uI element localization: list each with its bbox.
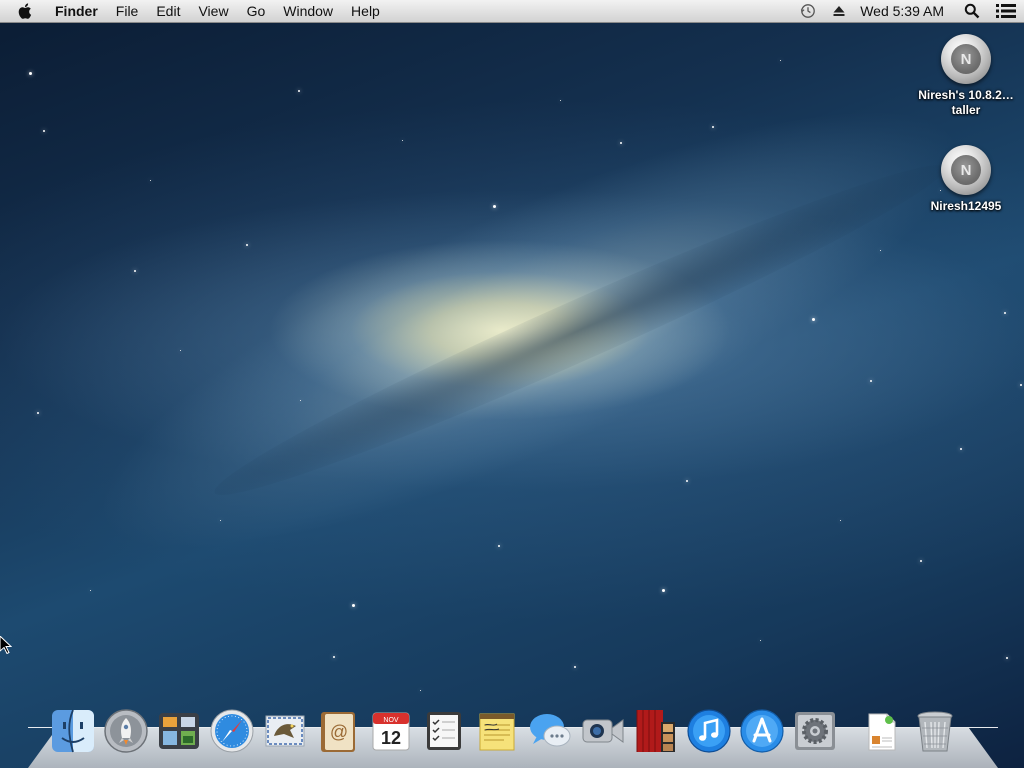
menu-go[interactable]: Go — [238, 0, 275, 22]
desktop-icon-niresh12495[interactable]: N Niresh12495 — [911, 145, 1021, 214]
star — [180, 350, 181, 351]
dock: @ NOV 12 — [48, 704, 963, 756]
launchpad-icon[interactable] — [101, 706, 151, 756]
menu-extras: Wed 5:39 AM — [792, 0, 1024, 22]
menu-finder[interactable]: Finder — [46, 0, 107, 22]
notification-center-icon[interactable] — [996, 0, 1016, 22]
wallpaper-galaxy — [51, 29, 1009, 631]
disk-image-icon: N — [941, 34, 991, 84]
wallpaper-dust-lane — [202, 139, 958, 521]
star — [780, 60, 781, 61]
star — [134, 270, 136, 272]
contacts-icon[interactable]: @ — [313, 706, 363, 756]
menu-bar: Finder File Edit View Go Window Help Wed… — [0, 0, 1024, 23]
apple-icon[interactable] — [16, 0, 36, 22]
disk-image-icon: N — [941, 145, 991, 195]
star — [662, 589, 665, 592]
star — [560, 100, 561, 101]
desktop-icon-label: Niresh12495 — [930, 199, 1002, 213]
star — [29, 72, 32, 75]
calendar-month-label: NOV — [383, 717, 399, 724]
star — [960, 448, 962, 450]
star — [493, 205, 496, 208]
star — [333, 656, 335, 658]
calendar-day-label: 12 — [381, 728, 401, 748]
document-stack-icon[interactable] — [857, 706, 907, 756]
menu-edit[interactable]: Edit — [147, 0, 189, 22]
spotlight-search-icon[interactable] — [964, 0, 980, 22]
svg-text:@: @ — [330, 722, 348, 742]
star — [760, 640, 761, 641]
star — [150, 180, 151, 181]
star — [840, 520, 841, 521]
star — [712, 126, 714, 128]
menu-file[interactable]: File — [107, 0, 148, 22]
star — [402, 140, 403, 141]
app-store-icon[interactable] — [737, 706, 787, 756]
calendar-icon[interactable]: NOV 12 — [366, 706, 416, 756]
desktop[interactable]: Finder File Edit View Go Window Help Wed… — [0, 0, 1024, 768]
star — [352, 604, 355, 607]
star — [90, 590, 91, 591]
eject-icon[interactable] — [832, 0, 846, 22]
star — [220, 520, 221, 521]
desktop-icon-label: Niresh's 10.8.2…taller — [918, 88, 1014, 117]
star — [870, 380, 872, 382]
star — [246, 244, 248, 246]
menu-clock[interactable]: Wed 5:39 AM — [860, 0, 944, 22]
star — [300, 400, 301, 401]
star — [498, 545, 500, 547]
star — [686, 480, 688, 482]
star — [574, 666, 576, 668]
star — [420, 690, 421, 691]
messages-icon[interactable] — [525, 706, 575, 756]
photo-booth-icon[interactable] — [631, 706, 681, 756]
star — [1006, 657, 1008, 659]
itunes-icon[interactable] — [684, 706, 734, 756]
menu-help[interactable]: Help — [342, 0, 389, 22]
trash-icon[interactable] — [910, 706, 960, 756]
time-machine-icon[interactable] — [800, 0, 816, 22]
mouse-pointer-icon — [0, 635, 13, 655]
system-preferences-icon[interactable] — [790, 706, 840, 756]
star — [620, 142, 622, 144]
star — [43, 130, 45, 132]
mission-control-icon[interactable] — [154, 706, 204, 756]
menu-view[interactable]: View — [189, 0, 237, 22]
star — [1020, 384, 1022, 386]
star — [37, 412, 39, 414]
star — [298, 90, 300, 92]
notes-icon[interactable] — [472, 706, 522, 756]
facetime-icon[interactable] — [578, 706, 628, 756]
desktop-icon-installer[interactable]: N Niresh's 10.8.2…taller — [911, 34, 1021, 118]
star — [920, 560, 922, 562]
star — [812, 318, 815, 321]
star — [1004, 312, 1006, 314]
safari-icon[interactable] — [207, 706, 257, 756]
mail-icon[interactable] — [260, 706, 310, 756]
menu-window[interactable]: Window — [274, 0, 342, 22]
finder-icon[interactable] — [48, 706, 98, 756]
star — [880, 250, 881, 251]
reminders-icon[interactable] — [419, 706, 469, 756]
